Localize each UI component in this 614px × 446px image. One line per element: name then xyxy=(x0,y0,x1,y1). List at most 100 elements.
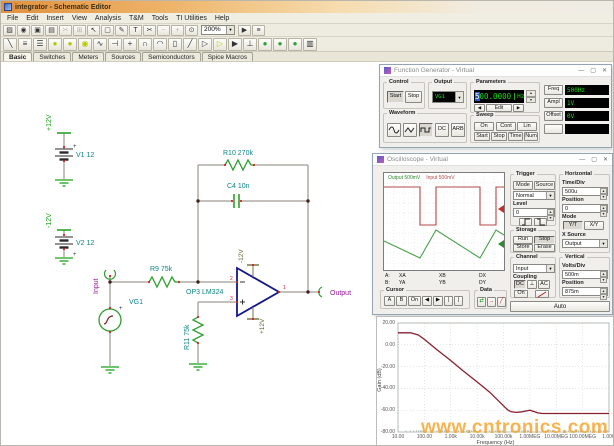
fg-ampl-button[interactable]: Ampl xyxy=(544,98,563,108)
xsource-select[interactable]: Output ▼ xyxy=(562,239,608,248)
channel-ramp-button[interactable] xyxy=(535,290,549,298)
spin-down-icon[interactable]: ▼ xyxy=(526,97,536,104)
fg-sweep-num-button[interactable]: Num xyxy=(524,132,538,141)
fg-sweep-start-button[interactable]: Start xyxy=(474,132,490,141)
ground-tool[interactable]: ⊥ xyxy=(243,38,257,51)
fg-frequency-spinner[interactable]: ▲▼ xyxy=(526,90,536,103)
fg-sweep-lin-button[interactable]: Lin xyxy=(517,122,537,131)
fg-offset-button[interactable]: Offset xyxy=(544,111,563,121)
print-button[interactable]: ▤ xyxy=(45,25,58,36)
capacitor-c4[interactable] xyxy=(234,194,239,208)
fg-sine-button[interactable] xyxy=(387,123,401,137)
scope-data-copy-button[interactable]: → xyxy=(487,297,496,307)
spin-down-icon[interactable]: ▼ xyxy=(600,294,607,300)
channel-select[interactable]: Input ▼ xyxy=(513,264,555,273)
oscilloscope-window[interactable]: Oscilloscope - Virtual —▢✕ Output 500mVI… xyxy=(372,153,613,315)
storage-run-button[interactable]: Run xyxy=(513,236,533,244)
battery-tool[interactable]: ≡ xyxy=(18,38,32,51)
vg1-label[interactable]: VG1 xyxy=(129,299,143,306)
import-button[interactable]: ◉ xyxy=(17,25,30,36)
battery-v1[interactable]: + xyxy=(55,133,77,186)
voltmeter-tool[interactable]: ● xyxy=(258,38,272,51)
led-tool[interactable]: ▷ xyxy=(213,38,227,51)
ohmmeter-tool[interactable]: ● xyxy=(288,38,302,51)
delete-tool-button[interactable]: ✂ xyxy=(143,25,156,36)
cursor-line2-button[interactable]: | xyxy=(454,296,463,306)
oscilloscope-tool[interactable]: ▥ xyxy=(303,38,317,51)
chevron-down-icon[interactable]: ▼ xyxy=(599,240,607,247)
channel-on-button[interactable]: On xyxy=(514,290,528,298)
resistor-tool[interactable]: ∿ xyxy=(93,38,107,51)
zoom-select[interactable]: 200%▼ xyxy=(201,25,235,35)
cursor-right-button[interactable]: ▶ xyxy=(433,296,443,306)
opamp-plus-rail-label[interactable]: +12V xyxy=(259,318,266,334)
current-source-tool[interactable]: ● xyxy=(63,38,77,51)
tab-meters[interactable]: Meters xyxy=(72,52,104,61)
voltsdiv-spinner[interactable]: 500m ▲▼ xyxy=(562,270,608,279)
zoom-tool-button[interactable]: ⊙ xyxy=(185,25,198,36)
pointer-tool-button[interactable]: ↖ xyxy=(87,25,100,36)
tab-basic[interactable]: Basic xyxy=(3,52,32,61)
spin-down-icon[interactable]: ▼ xyxy=(600,277,607,283)
chevron-down-icon[interactable]: ▼ xyxy=(546,265,554,272)
inductor-tool[interactable]: ∩ xyxy=(138,38,152,51)
cursor-a-button[interactable]: A xyxy=(384,296,395,306)
transformer-tool[interactable]: ◠ xyxy=(153,38,167,51)
fg-next-digit-button[interactable]: ▶ xyxy=(513,104,524,112)
fg-arb-button[interactable]: ARB xyxy=(451,123,465,137)
opamp-label[interactable]: OP3 LM324 xyxy=(186,289,223,296)
input-label[interactable]: Input xyxy=(93,278,100,294)
resistor-r9[interactable] xyxy=(149,277,179,287)
fg-prev-digit-button[interactable]: ◀ xyxy=(474,104,485,112)
tab-spice-macros[interactable]: Spice Macros xyxy=(202,52,253,61)
resistor-r11[interactable] xyxy=(193,317,203,343)
cursor-line1-button[interactable]: | xyxy=(444,296,453,306)
trigger-mode-select[interactable]: Normal ▼ xyxy=(513,191,555,200)
close-icon[interactable]: ✕ xyxy=(602,68,607,74)
voltage-generator-vg1[interactable]: + xyxy=(99,306,123,373)
v2-label[interactable]: V2 12 xyxy=(76,240,94,247)
fg-stop-button[interactable]: Stop xyxy=(405,91,422,103)
scope-auto-button[interactable]: Auto xyxy=(510,301,610,312)
fg-sweep-stop-button[interactable]: Stop xyxy=(491,132,507,141)
menu-t-m[interactable]: T&M xyxy=(125,15,148,22)
storage-store-button[interactable]: Store xyxy=(513,244,533,252)
trigger-source-button[interactable]: Source xyxy=(534,181,555,190)
trigger-falling-edge-button[interactable] xyxy=(534,218,547,226)
fg-edit-button[interactable]: Edit xyxy=(486,104,512,112)
chevron-down-icon[interactable]: ▼ xyxy=(546,192,554,199)
c4-label[interactable]: C4 10n xyxy=(227,183,250,190)
close-icon[interactable]: ✕ xyxy=(603,157,608,163)
signal-generator-tool[interactable]: ◉ xyxy=(78,38,92,51)
coupling-ac-button[interactable]: AC xyxy=(538,280,550,289)
cursor-on-button[interactable]: On xyxy=(408,296,421,306)
menu-ti-utilities[interactable]: TI Utilities xyxy=(172,15,211,22)
menu-help[interactable]: Help xyxy=(211,15,233,22)
storage-erase-button[interactable]: Erase xyxy=(534,244,555,252)
fg-triangle-button[interactable] xyxy=(403,123,417,137)
tab-sources[interactable]: Sources xyxy=(105,52,141,61)
menu-file[interactable]: File xyxy=(3,15,22,22)
r10-label[interactable]: R10 270k xyxy=(223,150,253,157)
mode-xy-button[interactable]: X/Y xyxy=(584,221,604,230)
fg-extra-button[interactable] xyxy=(544,124,563,134)
fg-frequency-display[interactable]: 500.0000 Hz xyxy=(474,90,524,103)
fg-output-select[interactable]: VG1 ▼ xyxy=(432,91,464,103)
fg-freq-button[interactable]: Freq xyxy=(544,85,563,95)
menu-tools[interactable]: Tools xyxy=(148,15,172,22)
maximize-icon[interactable]: ▢ xyxy=(590,68,596,74)
toolbar-options-button[interactable]: ≡ xyxy=(252,25,265,36)
cursor-left-button[interactable]: ◀ xyxy=(422,296,432,306)
function-generator-window[interactable]: Function Generator - Virtual —▢✕ Control… xyxy=(379,64,612,148)
opamp-op3[interactable] xyxy=(237,265,279,319)
menu-view[interactable]: View xyxy=(68,15,91,22)
fg-start-button[interactable]: Start xyxy=(387,91,404,103)
pen-tool-button[interactable]: ✎ xyxy=(115,25,128,36)
battery-v2[interactable]: + xyxy=(55,230,77,264)
resistor-r10[interactable] xyxy=(225,160,254,170)
trigger-level-spinner[interactable]: 0 ▲▼ xyxy=(513,208,555,217)
h-position-spinner[interactable]: 0 ▲▼ xyxy=(562,204,608,213)
plus12-label[interactable]: +12V xyxy=(46,114,53,131)
fg-dc-button[interactable]: DC xyxy=(435,123,449,137)
output-label[interactable]: Output xyxy=(330,290,351,297)
